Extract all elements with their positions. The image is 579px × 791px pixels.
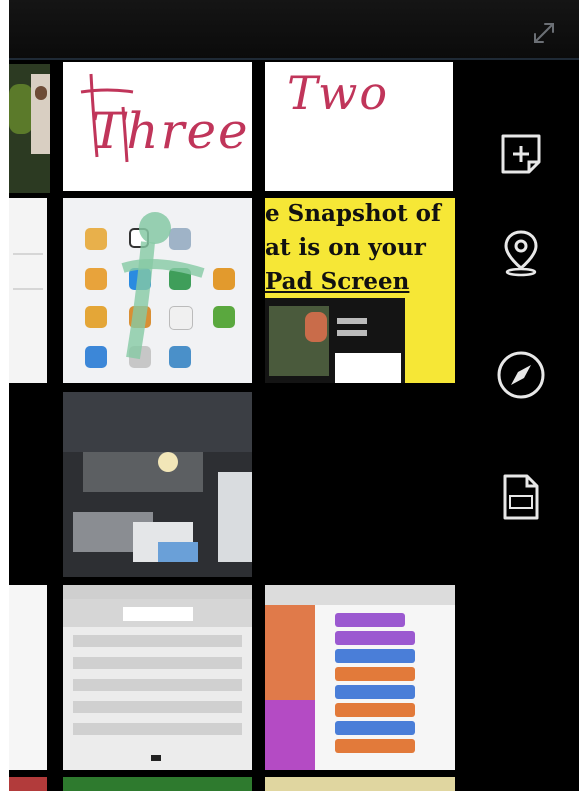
document-icon xyxy=(503,474,539,520)
slide-screenshot xyxy=(265,298,405,383)
annotation-overlay xyxy=(121,212,205,360)
code-block xyxy=(335,613,405,627)
thumbnail-home-screen[interactable] xyxy=(63,198,252,383)
thumbnail-code-blocks[interactable] xyxy=(265,585,455,770)
location-button[interactable] xyxy=(495,226,547,278)
code-block xyxy=(335,667,415,681)
thumbnail-note-three[interactable]: Three xyxy=(63,62,252,191)
thumbnail-document-2[interactable] xyxy=(9,585,47,770)
location-pin-icon xyxy=(504,230,538,277)
thumbnail-snapshot-slide[interactable]: e Snapshot of at is on your Pad Screen xyxy=(265,198,455,383)
slide-line-1: e Snapshot of xyxy=(265,200,441,227)
thumbnail-partial-bottom-1[interactable] xyxy=(9,777,47,791)
add-note-icon xyxy=(501,134,541,174)
thumbnail-photo-people[interactable] xyxy=(9,64,50,193)
thumbnail-partial-bottom-2[interactable] xyxy=(63,777,252,791)
expand-arrows-icon[interactable] xyxy=(531,20,557,46)
slide-line-2: at is on your xyxy=(265,234,426,261)
compass-button[interactable] xyxy=(495,349,547,401)
code-block xyxy=(335,721,415,735)
add-note-button[interactable] xyxy=(495,128,547,180)
code-block xyxy=(335,703,415,717)
code-block xyxy=(335,631,415,645)
screen-left-edge xyxy=(0,0,9,791)
thumbnail-desk-photo[interactable] xyxy=(63,392,252,577)
top-toolbar xyxy=(9,0,579,60)
compass-icon xyxy=(497,351,545,399)
slide-line-3: Pad Screen xyxy=(265,268,410,295)
thumbnail-partial-bottom-3[interactable] xyxy=(265,777,455,791)
note-two-text: Two xyxy=(287,66,390,120)
code-block xyxy=(335,649,415,663)
document-button[interactable] xyxy=(495,470,547,522)
thumbnail-document-1[interactable] xyxy=(9,198,47,383)
code-block xyxy=(335,739,415,753)
thumbnail-note-two[interactable]: Two xyxy=(265,62,453,191)
note-three-text: Three xyxy=(91,102,250,160)
thumbnail-web-page[interactable] xyxy=(63,585,252,770)
code-block xyxy=(335,685,415,699)
